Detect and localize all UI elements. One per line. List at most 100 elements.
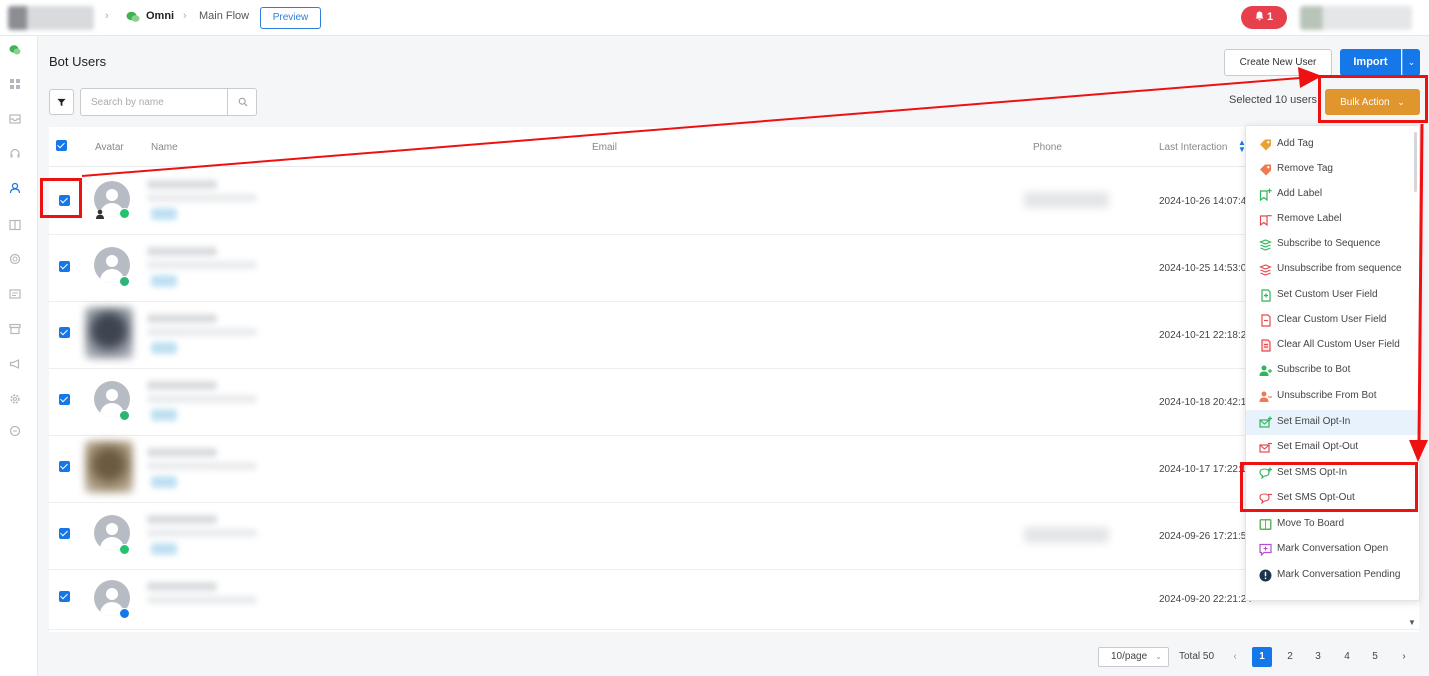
table-row[interactable]: 2024-10-21 22:18:27 [49,302,1419,369]
next-page-button[interactable]: › [1394,647,1414,667]
table-header: Avatar Name Email Phone Last Interaction… [49,127,1419,167]
breadcrumb-main-flow[interactable]: Main Flow [199,10,249,22]
notification-badge[interactable]: 1 [1241,6,1287,29]
globe-icon[interactable] [9,253,21,265]
menu-item-remove-label[interactable]: Remove Label [1246,207,1418,232]
omni-chat-icon [126,11,140,22]
chevron-down-icon: ⌄ [1407,57,1416,67]
search-icon [238,97,248,107]
email-optin-icon [1259,416,1272,428]
avatar [85,307,133,359]
prev-page-button[interactable]: ‹ [1225,647,1245,667]
total-count: Total 50 [1179,651,1215,662]
row-checkbox[interactable] [59,591,70,602]
row-checkbox[interactable] [59,394,70,405]
page-1-button[interactable]: 1 [1252,647,1272,667]
search-button[interactable] [227,88,257,116]
table-row[interactable]: 2024-09-20 22:21:24 [49,570,1419,630]
menu-item-conversation-open[interactable]: Mark Conversation Open [1246,537,1418,562]
page-2-button[interactable]: 2 [1280,647,1300,667]
annotation-box-sms-options [1240,462,1418,512]
row-checkbox[interactable] [59,528,70,539]
user-name-redacted [147,178,307,222]
menu-item-add-label[interactable]: Add Label [1246,182,1418,207]
phone-redacted [1024,192,1109,208]
template-icon[interactable] [9,288,21,300]
wechat-icon [119,276,130,287]
last-interaction-date: 2024-10-17 17:22:1 [1159,464,1247,475]
menu-item-unsubscribe-sequence[interactable]: Unsubscribe from sequence [1246,257,1418,282]
page-size-value: 10/page [1111,651,1148,662]
header-last-interaction[interactable]: Last Interaction [1159,142,1227,153]
menu-item-unsubscribe-bot[interactable]: Unsubscribe From Bot [1246,384,1418,409]
menu-item-email-opt-in[interactable]: Set Email Opt-In [1246,410,1418,435]
import-button[interactable]: Import [1340,49,1401,76]
archive-icon[interactable] [9,323,21,335]
dashboard-icon[interactable] [9,78,21,90]
bell-icon [1255,11,1264,21]
menu-item-subscribe-bot[interactable]: Subscribe to Bot [1246,358,1418,383]
user-account-menu[interactable] [1300,6,1412,30]
field-clear-icon [1261,314,1271,327]
table-row[interactable]: 2024-10-25 14:53:00 [49,235,1419,302]
workspace-logo[interactable] [8,6,94,30]
page-4-button[interactable]: 4 [1337,647,1357,667]
headset-icon[interactable] [9,148,21,160]
table-row[interactable]: 2024-09-26 17:21:55 [49,503,1419,570]
create-new-user-button[interactable]: Create New User [1224,49,1332,76]
wechat-icon [119,410,130,421]
whatsapp-icon [119,208,130,219]
import-dropdown-button[interactable]: ⌄ [1402,49,1420,76]
notification-count: 1 [1266,11,1274,23]
menu-item-set-custom-field[interactable]: Set Custom User Field [1246,283,1418,308]
table-row[interactable]: 2024-10-26 14:07:44 [49,168,1419,235]
user-name-redacted [147,312,307,356]
preview-button[interactable]: Preview [260,7,321,29]
users-icon[interactable] [9,182,21,194]
omni-chat-icon[interactable] [9,44,21,56]
breadcrumb-omni[interactable]: Omni [146,10,174,22]
table-row[interactable]: 2024-10-18 20:42:18 [49,369,1419,436]
last-interaction-date: 2024-10-21 22:18:27 [1159,330,1252,341]
breadcrumb-separator-icon: › [183,10,187,22]
board-icon[interactable] [9,219,21,231]
search-input[interactable] [80,88,228,116]
menu-item-clear-all-custom-field[interactable]: Clear All Custom User Field [1246,333,1418,358]
breadcrumb-separator-icon: › [105,10,109,22]
bulk-action-menu: Add Tag Remove Tag Add Label Remove Labe… [1245,125,1420,601]
menu-item-remove-tag[interactable]: Remove Tag [1246,157,1418,182]
menu-item-conversation-pending[interactable]: Mark Conversation Pending [1246,563,1418,588]
selected-count: Selected 10 users [1229,94,1318,106]
last-interaction-date: 2024-09-26 17:21:55 [1159,531,1252,542]
annotation-box-row-checkbox [40,178,82,218]
sidebar [0,36,38,676]
settings-icon[interactable] [9,393,21,405]
top-bar: › Omni › Main Flow Preview 1 [0,0,1429,36]
menu-item-move-to-board[interactable]: Move To Board [1246,512,1418,537]
menu-item-add-tag[interactable]: Add Tag [1246,132,1418,157]
email-optout-icon [1259,442,1272,453]
menu-item-email-opt-out[interactable]: Set Email Opt-Out [1246,435,1418,460]
megaphone-icon[interactable] [9,358,21,370]
table-row[interactable]: 2024-10-17 17:22:1 [49,436,1419,503]
menu-item-clear-custom-field[interactable]: Clear Custom User Field [1246,308,1418,333]
last-interaction-date: 2024-09-20 22:21:24 [1159,594,1252,605]
row-checkbox[interactable] [59,461,70,472]
filter-button[interactable] [49,89,74,115]
bot-subscribe-icon [1259,365,1272,376]
scroll-down-icon[interactable]: ▼ [1408,618,1416,627]
select-all-checkbox[interactable] [56,140,67,151]
row-checkbox[interactable] [59,261,70,272]
menu-item-subscribe-sequence[interactable]: Subscribe to Sequence [1246,232,1418,257]
tag-add-icon [1260,139,1271,151]
header-email[interactable]: Email [592,142,617,153]
page-5-button[interactable]: 5 [1365,647,1385,667]
page-size-select[interactable]: 10/page ⌄ [1098,647,1169,667]
header-name[interactable]: Name [151,142,178,153]
header-phone[interactable]: Phone [1033,142,1062,153]
inbox-icon[interactable] [9,113,21,125]
whatsapp-icon [119,544,130,555]
chat-bubble-icon[interactable] [9,425,21,437]
page-3-button[interactable]: 3 [1308,647,1328,667]
row-checkbox[interactable] [59,327,70,338]
